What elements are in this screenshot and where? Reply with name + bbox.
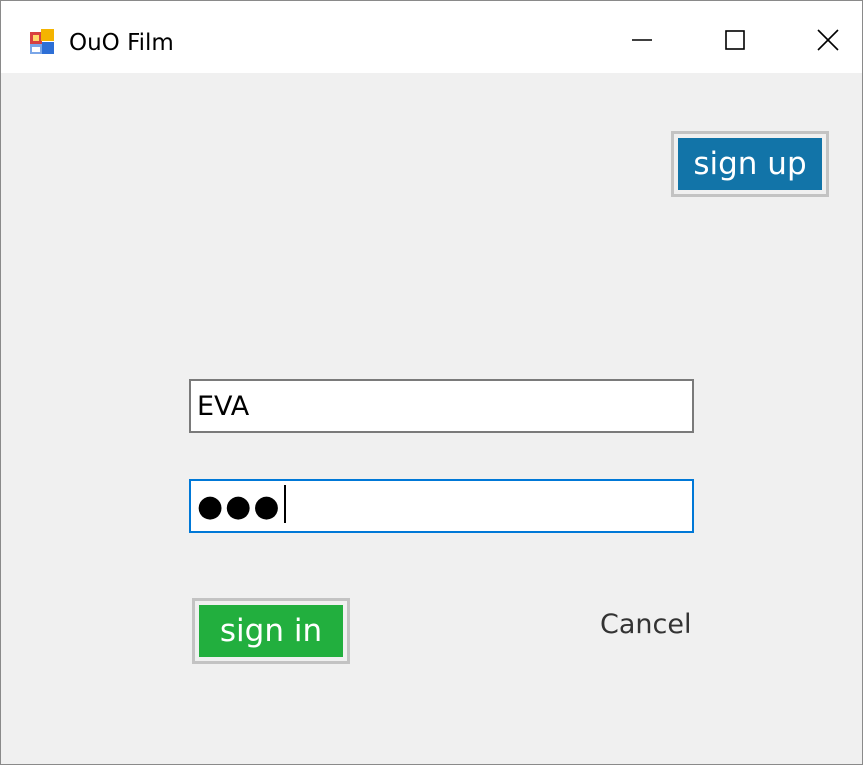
app-icon (29, 29, 55, 55)
password-input[interactable] (191, 481, 692, 531)
close-button[interactable] (805, 19, 851, 65)
password-field[interactable] (189, 479, 694, 533)
username-input[interactable] (191, 381, 692, 431)
title-bar[interactable]: OuO Film (1, 1, 862, 73)
sign-in-label: sign in (199, 605, 343, 657)
sign-up-label: sign up (678, 138, 822, 190)
text-caret (284, 485, 286, 523)
window-title: OuO Film (69, 30, 174, 56)
close-icon (817, 28, 839, 56)
minimize-button[interactable] (619, 19, 665, 65)
app-window: OuO Film sign up EVA ●●● sign in Cancel (0, 0, 863, 765)
cancel-button[interactable]: Cancel (600, 607, 691, 643)
maximize-icon (724, 29, 746, 56)
maximize-button[interactable] (712, 19, 758, 65)
sign-up-button[interactable]: sign up (671, 131, 829, 197)
sign-in-button[interactable]: sign in (192, 598, 350, 664)
minimize-icon (631, 29, 653, 56)
username-field[interactable] (189, 379, 694, 433)
